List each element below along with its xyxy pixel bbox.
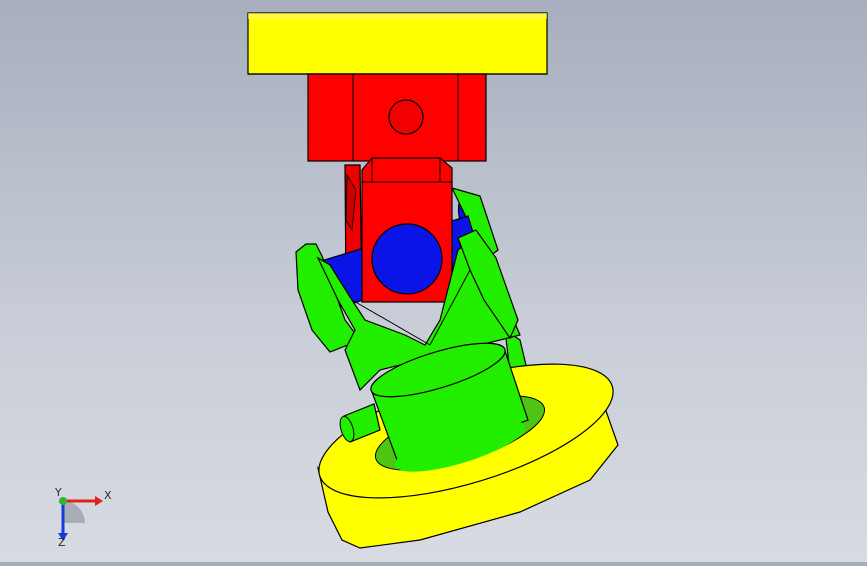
- top-flange[interactable]: [247, 12, 548, 75]
- axis-triad: X Y Z: [40, 478, 120, 549]
- 3d-viewport[interactable]: [0, 0, 867, 562]
- triad-shade: [63, 501, 85, 523]
- hub-pin: [388, 99, 424, 135]
- upper-hub[interactable]: [307, 73, 487, 162]
- z-axis-label: Z: [58, 536, 66, 548]
- cross-pin-end: [371, 223, 443, 295]
- x-axis-arrowhead: [95, 496, 103, 506]
- upper-yoke-block[interactable]: [361, 157, 453, 303]
- x-axis-label: X: [104, 489, 112, 502]
- y-axis-label: Y: [54, 486, 62, 499]
- model-canvas[interactable]: [0, 0, 867, 562]
